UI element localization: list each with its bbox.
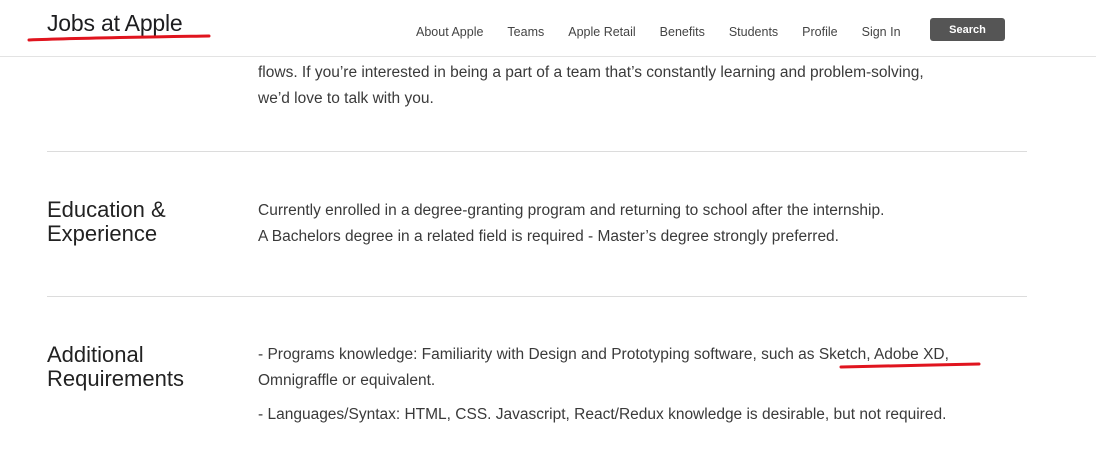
education-line-1: Currently enrolled in a degree-granting … bbox=[258, 202, 885, 219]
programs-prefix: - Programs knowledge: Familiarity with D… bbox=[258, 346, 819, 363]
intro-line-2: we’d love to talk with you. bbox=[258, 90, 434, 107]
nav-teams[interactable]: Teams bbox=[507, 25, 544, 39]
nav-students[interactable]: Students bbox=[729, 25, 778, 39]
brand-link[interactable]: Jobs at Apple bbox=[47, 10, 183, 37]
programs-requirement-line-2: Omnigraffle or equivalent. bbox=[258, 372, 436, 389]
search-button[interactable]: Search bbox=[930, 18, 1005, 41]
languages-requirement: - Languages/Syntax: HTML, CSS. Javascrip… bbox=[258, 406, 947, 423]
intro-line-1: flows. If you’re interested in being a p… bbox=[258, 64, 924, 81]
education-title: Education & Experience bbox=[47, 198, 237, 246]
site-header: Jobs at Apple About Apple Teams Apple Re… bbox=[0, 0, 1096, 57]
nav-sign-in[interactable]: Sign In bbox=[862, 25, 901, 39]
annotation-underline-brand bbox=[27, 34, 211, 42]
education-title-line-1: Education & bbox=[47, 197, 166, 222]
additional-title: Additional Requirements bbox=[47, 343, 237, 391]
main-nav: About Apple Teams Apple Retail Benefits … bbox=[404, 23, 913, 41]
page: Jobs at Apple About Apple Teams Apple Re… bbox=[0, 0, 1096, 461]
nav-about-apple[interactable]: About Apple bbox=[416, 25, 483, 39]
education-title-line-2: Experience bbox=[47, 221, 158, 246]
programs-highlight: Sketch, Adobe XD bbox=[818, 346, 945, 363]
section-divider bbox=[47, 296, 1027, 297]
nav-benefits[interactable]: Benefits bbox=[660, 25, 705, 39]
nav-profile[interactable]: Profile bbox=[802, 25, 837, 39]
programs-suffix: , bbox=[944, 346, 949, 363]
additional-title-line-1: Additional bbox=[47, 342, 144, 367]
education-line-2: A Bachelors degree in a related field is… bbox=[258, 228, 839, 245]
section-divider bbox=[47, 151, 1027, 152]
nav-apple-retail[interactable]: Apple Retail bbox=[568, 25, 635, 39]
additional-title-line-2: Requirements bbox=[47, 366, 184, 391]
